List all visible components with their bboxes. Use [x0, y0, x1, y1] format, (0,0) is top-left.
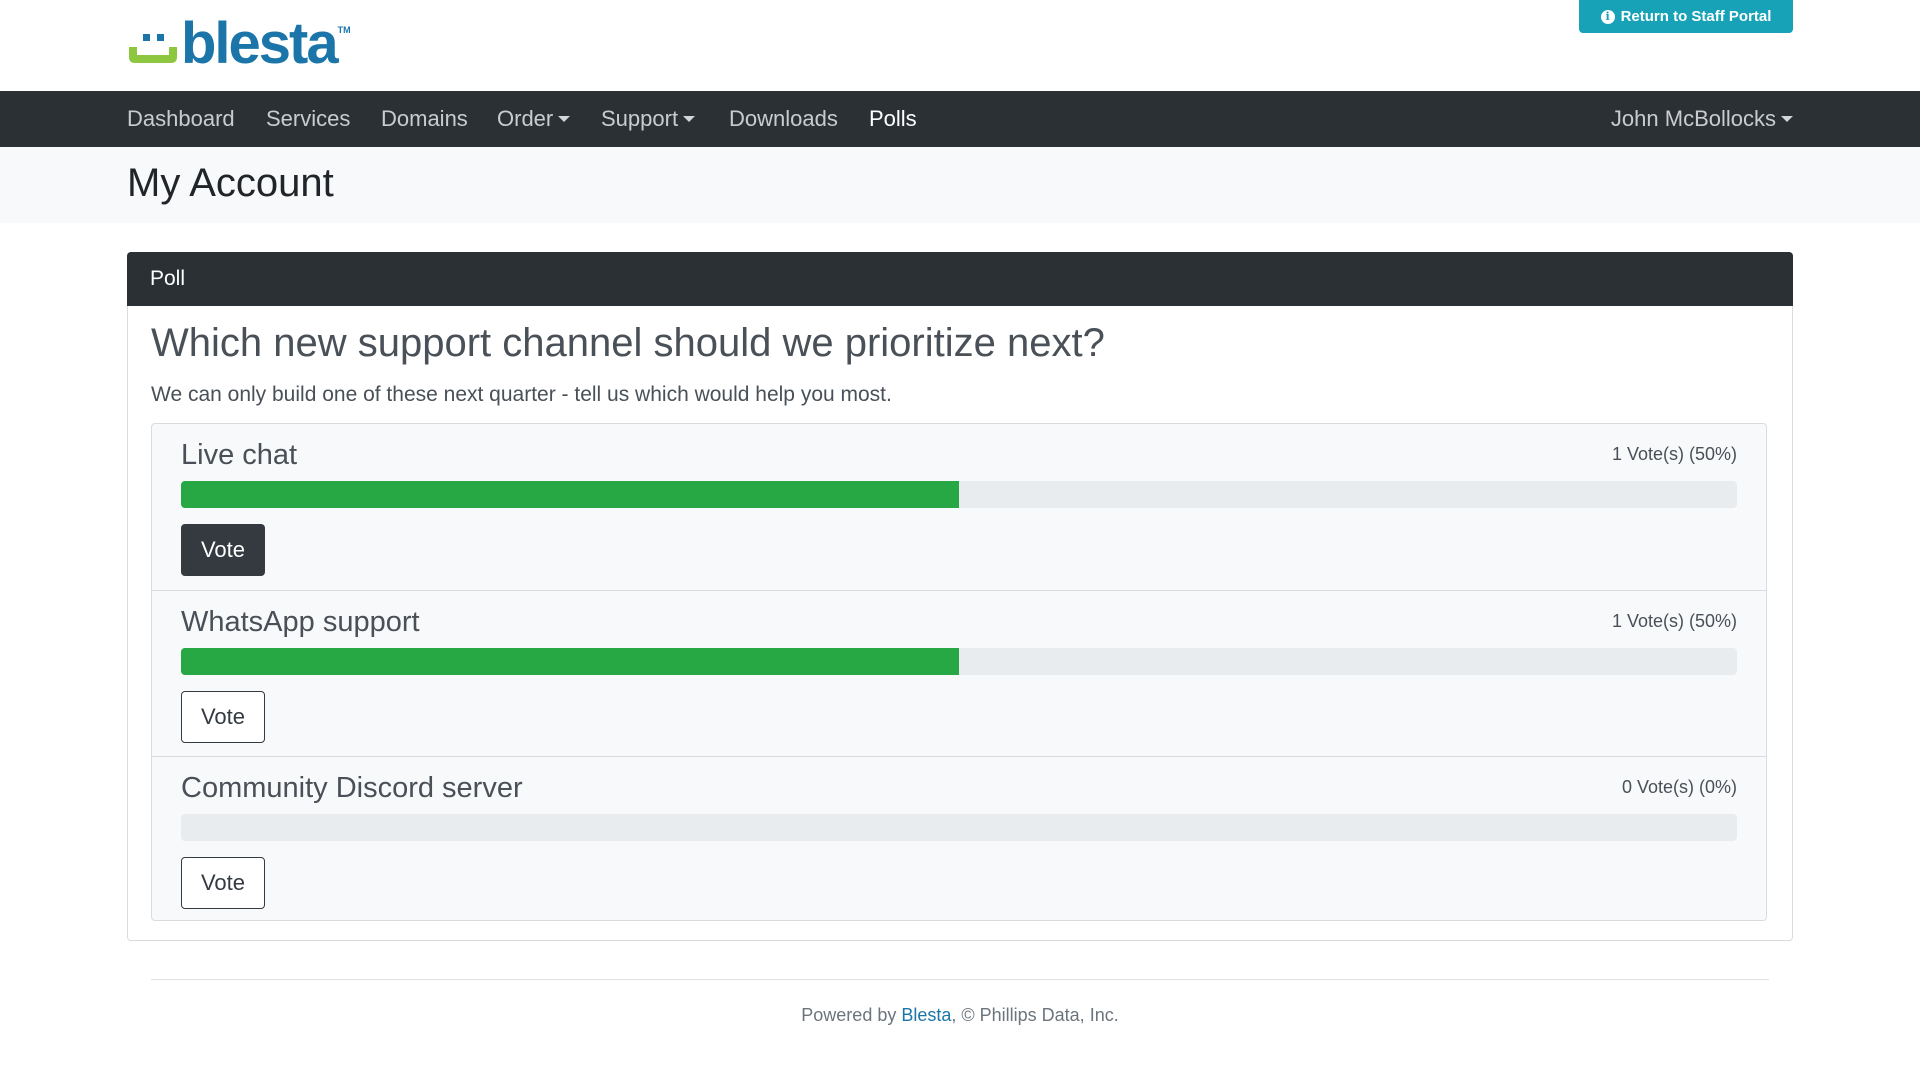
option-vote-count: 1 Vote(s) (50%) — [1611, 611, 1737, 631]
nav-item-dashboard[interactable]: Dashboard — [127, 91, 235, 147]
option-progress-fill — [181, 481, 959, 508]
nav-label: Domains — [381, 106, 468, 131]
nav-label: Services — [266, 106, 351, 131]
logo-text: blesta — [181, 11, 339, 76]
nav-label: Support — [601, 106, 679, 131]
option-progress-bar — [181, 814, 1737, 841]
user-menu[interactable]: John McBollocks — [1611, 91, 1793, 147]
page-title: My Account — [127, 161, 334, 205]
nav-item-order[interactable]: Order — [497, 91, 571, 147]
info-circle-icon: i — [1600, 9, 1615, 24]
option-progress-bar — [181, 648, 1737, 675]
option-progress-bar — [181, 481, 1737, 508]
option-progress-fill — [181, 648, 959, 675]
caret-down-icon — [1781, 115, 1793, 122]
caret-down-icon — [558, 115, 571, 122]
main-navbar: Dashboard Services Domains Order Support… — [0, 91, 1920, 147]
nav-item-domains[interactable]: Domains — [381, 91, 468, 147]
footer-divider — [151, 979, 1769, 980]
blesta-link[interactable]: Blesta — [901, 1005, 951, 1025]
smile-icon — [129, 34, 177, 63]
option-label: Live chat — [181, 439, 298, 471]
title-band: My Account — [0, 147, 1920, 223]
option-vote-count: 0 Vote(s) (0%) — [1621, 777, 1737, 797]
nav-item-support[interactable]: Support — [601, 91, 696, 147]
return-to-staff-portal-button[interactable]: i Return to Staff Portal — [1579, 0, 1793, 33]
poll-card: Poll Which new support channel should we… — [127, 252, 1793, 941]
footer-suffix: , © Phillips Data, Inc. — [951, 1005, 1119, 1025]
top-header: blesta TM i Return to Staff Portal — [0, 0, 1920, 91]
vote-button-live-chat[interactable]: Vote — [181, 524, 265, 576]
poll-question: Which new support channel should we prio… — [151, 321, 1105, 365]
nav-item-services[interactable]: Services — [266, 91, 350, 147]
footer: Powered by Blesta, © Phillips Data, Inc. — [0, 1005, 1920, 1026]
user-name: John McBollocks — [1610, 106, 1776, 131]
nav-label: Downloads — [729, 106, 838, 131]
poll-option: Live chat 1 Vote(s) (50%) Vote — [152, 424, 1766, 590]
poll-card-header: Poll — [127, 252, 1793, 306]
caret-down-icon — [683, 115, 696, 122]
nav-label: Order — [497, 106, 554, 131]
poll-description: We can only build one of these next quar… — [151, 383, 892, 406]
nav-item-downloads[interactable]: Downloads — [729, 91, 838, 147]
nav-label: Polls — [869, 106, 917, 131]
poll-option: Community Discord server 0 Vote(s) (0%) … — [152, 756, 1766, 922]
logo-trademark: TM — [337, 25, 351, 35]
option-label: Community Discord server — [181, 772, 523, 804]
footer-prefix: Powered by — [801, 1005, 902, 1025]
poll-options: Live chat 1 Vote(s) (50%) Vote WhatsApp … — [151, 423, 1767, 921]
vote-button-whatsapp[interactable]: Vote — [181, 691, 265, 743]
poll-option: WhatsApp support 1 Vote(s) (50%) Vote — [152, 590, 1766, 756]
staff-portal-label: Return to Staff Portal — [1620, 8, 1772, 25]
nav-label: Dashboard — [127, 106, 235, 131]
nav-item-polls[interactable]: Polls — [869, 91, 917, 147]
blesta-logo[interactable]: blesta TM — [127, 11, 351, 76]
option-label: WhatsApp support — [181, 606, 420, 638]
option-vote-count: 1 Vote(s) (50%) — [1611, 444, 1737, 464]
vote-button-discord[interactable]: Vote — [181, 857, 265, 909]
